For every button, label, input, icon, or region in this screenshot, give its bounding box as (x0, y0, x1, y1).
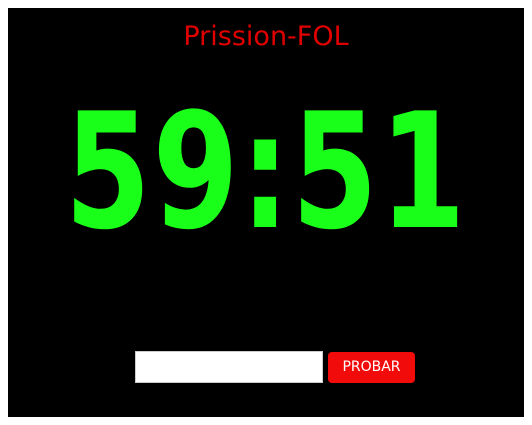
answer-input[interactable] (135, 351, 323, 383)
page-title: Prission-FOL (183, 21, 349, 52)
countdown-timer: 59:51 (64, 78, 468, 265)
game-screen: Prission-FOL 59:51 PROBAR (8, 8, 524, 417)
probar-button[interactable]: PROBAR (328, 352, 415, 383)
